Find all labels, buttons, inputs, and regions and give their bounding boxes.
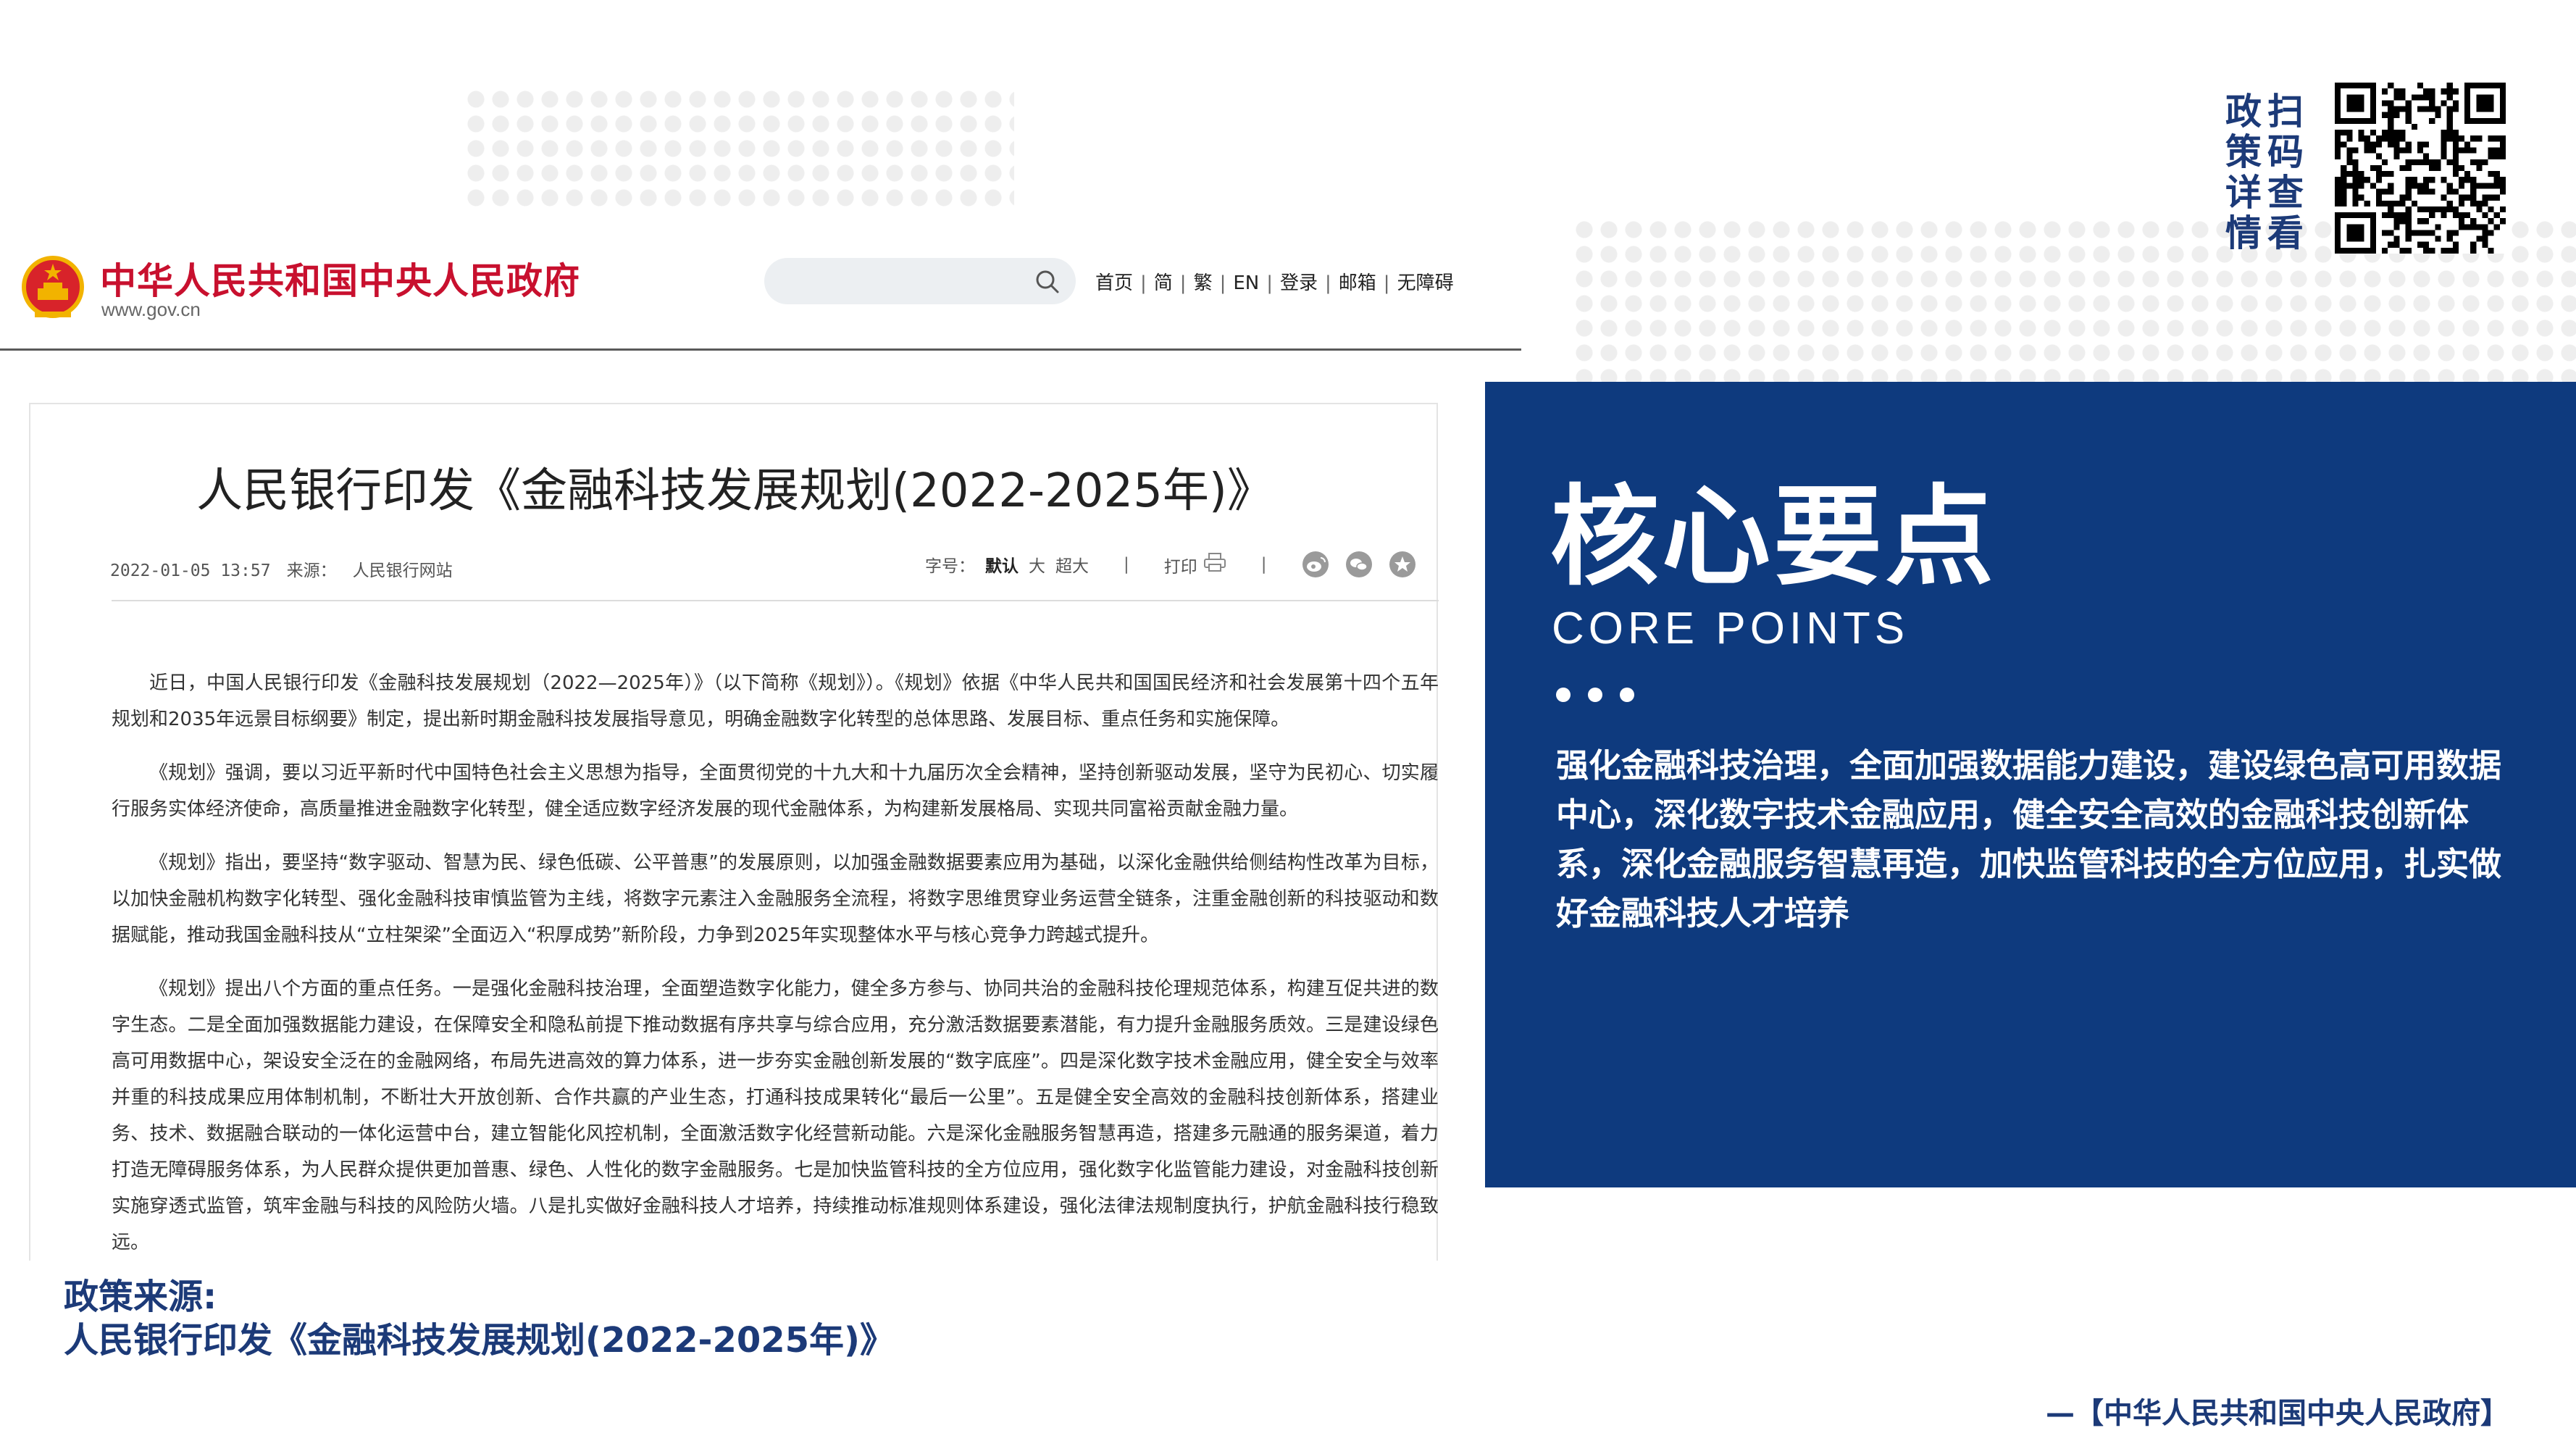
print-label: 打印 — [1163, 557, 1197, 577]
site-name[interactable]: 中华人民共和国中央人民政府 — [100, 252, 580, 304]
nav-separator: | — [1179, 272, 1187, 294]
printer-icon — [1203, 552, 1226, 572]
article-meta: 2022-01-05 13:57 来源： 人民银行网站 — [110, 556, 469, 581]
nav-separator: | — [1219, 272, 1226, 294]
font-size-label: 字号： — [925, 557, 975, 576]
qr-code-icon[interactable] — [2335, 83, 2506, 254]
article-tools: 字号： 默认 大 超大 | 打印 | — [925, 546, 1432, 582]
qr-caption-col1: 政策详情 — [2225, 91, 2262, 254]
policy-source: 政策来源: 人民银行印发《金融科技发展规划(2022-2025年)》 — [64, 1275, 895, 1362]
article-paragraph: 《规划》强调，要以习近平新时代中国特色社会主义思想为指导，全面贯彻党的十九大和十… — [112, 762, 1439, 820]
nav-separator: | — [1140, 272, 1147, 294]
article-body: 近日，中国人民银行印发《金融科技发展规划（2022—2025年）》（以下简称《规… — [112, 665, 1439, 1278]
top-nav: 首页 | 简 | 繁 | EN | 登录 | 邮箱 | 无障碍 — [1095, 268, 1454, 295]
core-points-text: 强化金融科技治理，全面加强数据能力建设，建设绿色高可用数据中心，深化数字技术金融… — [1556, 746, 2502, 932]
policy-source-label: 政策来源: — [64, 1277, 217, 1317]
article-card: 人民银行印发《金融科技发展规划(2022-2025年)》 2022-01-05 … — [29, 403, 1439, 1261]
decorative-dot-pattern — [464, 87, 1014, 210]
article-paragraph: 《规划》指出，要坚持“数字驱动、智慧为民、绿色低碳、公平普惠”的发展原则，以加强… — [112, 852, 1439, 946]
nav-separator: | — [1325, 272, 1331, 294]
qr-caption: 政策详情 扫码查看 — [2225, 91, 2320, 254]
title-divider — [112, 600, 1439, 601]
policy-source-value: 人民银行印发《金融科技发展规划(2022-2025年)》 — [64, 1320, 895, 1361]
national-emblem-icon — [22, 256, 84, 318]
tool-separator: | — [1124, 555, 1129, 574]
nav-item-english[interactable]: EN — [1233, 272, 1259, 294]
footer-attribution: —【中华人民共和国中央人民政府】 — [2046, 1397, 2509, 1430]
search-icon[interactable] — [1034, 268, 1061, 296]
nav-item-simplified[interactable]: 简 — [1154, 272, 1173, 294]
nav-item-mail[interactable]: 邮箱 — [1339, 272, 1376, 294]
core-points-panel: 核心要点 CORE POINTS 强化金融科技治理，全面加强数据能力建设，建设绿… — [1485, 382, 2576, 1187]
nav-item-login[interactable]: 登录 — [1280, 272, 1318, 294]
qr-caption-col2: 扫码查看 — [2267, 91, 2304, 254]
article-date: 2022-01-05 13:57 — [110, 561, 271, 580]
weibo-share-icon[interactable] — [1302, 551, 1329, 578]
favorite-star-icon[interactable] — [1389, 551, 1416, 578]
article-title: 人民银行印发《金融科技发展规划(2022-2025年)》 — [196, 464, 1274, 518]
article-paragraph: 近日，中国人民银行印发《金融科技发展规划（2022—2025年）》（以下简称《规… — [112, 672, 1439, 730]
nav-item-home[interactable]: 首页 — [1095, 272, 1133, 294]
nav-item-traditional[interactable]: 繁 — [1194, 272, 1213, 294]
tool-separator: | — [1260, 555, 1267, 574]
nav-item-accessibility[interactable]: 无障碍 — [1397, 272, 1454, 294]
font-size-default[interactable]: 默认 — [985, 552, 1019, 577]
wechat-share-icon[interactable] — [1345, 551, 1373, 578]
core-points-subtitle: CORE POINTS — [1552, 604, 1910, 653]
font-size-xlarge[interactable]: 超大 — [1055, 552, 1089, 577]
nav-separator: | — [1383, 272, 1390, 294]
decorative-dots — [1556, 688, 1634, 702]
article-paragraph: 《规划》提出八个方面的重点任务。一是强化金融科技治理，全面塑造数字化能力，健全多… — [112, 978, 1439, 1253]
site-header: 中华人民共和国中央人民政府 www.gov.cn 首页 | 简 | 繁 | EN | 登录 | 邮箱… — [0, 217, 1521, 351]
nav-separator: | — [1266, 272, 1273, 294]
source-label: 来源： — [286, 561, 337, 580]
source-value: 人民银行网站 — [352, 561, 453, 580]
font-size-large[interactable]: 大 — [1029, 552, 1045, 577]
search-input[interactable] — [764, 258, 1076, 304]
print-button[interactable]: 打印 — [1164, 552, 1226, 577]
site-url[interactable]: www.gov.cn — [101, 298, 201, 321]
core-points-title: 核心要点 — [1550, 475, 1997, 601]
